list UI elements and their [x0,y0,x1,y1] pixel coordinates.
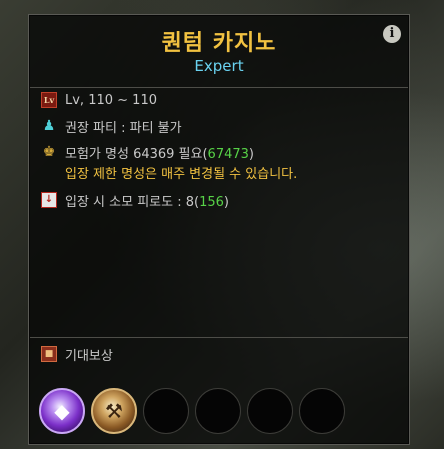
fame-note: 입장 제한 명성은 매주 변경될 수 있습니다. [65,166,298,182]
reward-slot-gem-icon[interactable]: ◆ [39,388,85,434]
fame-close-paren: ) [248,146,254,162]
empty-reward-slot [143,388,189,434]
info-icon[interactable]: i [383,25,401,43]
level-row: Lv Lv, 110 ~ 110 [41,91,399,109]
dungeon-title: 퀀텀 카지노 [161,31,277,56]
reward-slots: ◆ ⚒ [39,388,345,434]
fatigue-icon: ↓ [41,192,57,208]
fame-required-text: 모험가 명성 64369 필요( [65,146,208,162]
party-icon: ♟ [42,118,56,134]
party-text: 권장 파티 : 파티 불가 [65,120,182,136]
empty-reward-slot [195,388,241,434]
reward-divider [30,337,408,338]
reward-header-row: ■ 기대보상 [41,345,399,364]
fame-text: 모험가 명성 64369 필요(67473) [65,143,254,162]
header-divider [30,87,408,88]
fame-icon: ♚ [42,144,56,160]
fatigue-close-paren: ) [223,194,229,210]
fatigue-text: 입장 시 소모 피로도 : 8(156) [65,191,229,210]
reward-chest-icon: ■ [41,346,57,362]
party-row: ♟ 권장 파티 : 파티 불가 [41,117,399,136]
level-text: Lv, 110 ~ 110 [65,92,157,108]
reward-slot-material-icon[interactable]: ⚒ [91,388,137,434]
empty-reward-slot [247,388,293,434]
fatigue-label: 입장 시 소모 피로도 : 8( [65,194,200,210]
fame-current-value: 67473 [207,146,249,162]
fatigue-row: ↓ 입장 시 소모 피로도 : 8(156) [41,191,399,210]
dungeon-tooltip-panel: 퀀텀 카지노 Expert i Lv Lv, 110 ~ 110 ♟ 권장 파티… [28,14,410,445]
level-icon: Lv [41,92,57,108]
reward-header-text: 기대보상 [65,348,113,364]
fatigue-current-value: 156 [199,194,224,210]
empty-reward-slot [299,388,345,434]
fame-row: ♚ 모험가 명성 64369 필요(67473) [41,143,399,162]
difficulty-label: Expert [194,57,244,75]
